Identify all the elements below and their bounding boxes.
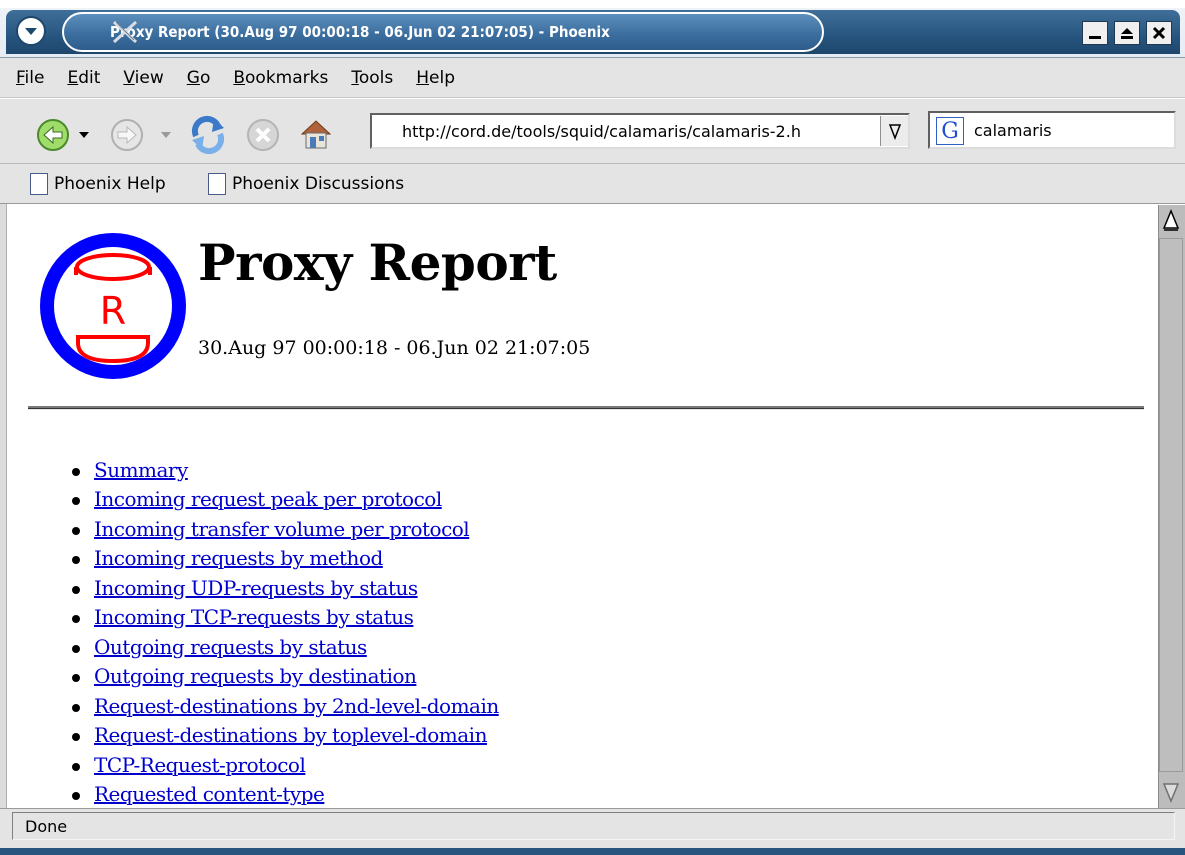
menu-edit-rest: dit — [78, 67, 101, 88]
arrow-up-icon — [1162, 209, 1180, 231]
bullet-icon — [72, 674, 80, 683]
menu-go[interactable]: Go — [187, 68, 211, 88]
menu-help[interactable]: Help — [416, 68, 455, 88]
home-icon[interactable] — [296, 114, 336, 154]
list-item: Summary — [72, 455, 499, 485]
menu-file-rest: ile — [24, 67, 45, 88]
page-content: R Proxy Report 30.Aug 97 00:00:18 - 06.J… — [10, 205, 1158, 808]
bookmark-phoenix-discussions[interactable]: Phoenix Discussions — [208, 170, 404, 198]
bookmarks-toolbar — [0, 164, 1185, 204]
bullet-icon — [72, 497, 80, 506]
bookmark-label: Phoenix Help — [54, 174, 166, 194]
menu-edit[interactable]: Edit — [67, 68, 100, 88]
menu-view[interactable]: View — [123, 68, 163, 88]
stop-icon[interactable] — [246, 118, 280, 152]
bullet-icon — [72, 615, 80, 624]
toc-link-incoming-requests-method[interactable]: Incoming requests by method — [94, 546, 383, 570]
bullet-icon — [72, 585, 80, 594]
window-bottom-border — [0, 848, 1185, 855]
toc-link-outgoing-destination[interactable]: Outgoing requests by destination — [94, 664, 417, 688]
bookmark-label: Phoenix Discussions — [232, 174, 405, 194]
list-item: Incoming requests by method — [72, 544, 499, 574]
cord-logo: R — [40, 233, 186, 379]
reload-icon[interactable] — [188, 114, 228, 154]
menu-file[interactable]: File — [16, 68, 44, 88]
menu-bookmarks[interactable]: Bookmarks — [233, 68, 328, 88]
minimize-icon — [1089, 36, 1101, 39]
bullet-icon — [72, 733, 80, 742]
bullet-icon — [72, 703, 80, 712]
page-icon — [30, 173, 48, 195]
close-icon — [1152, 26, 1166, 40]
bullet-icon — [72, 762, 80, 771]
bullet-icon — [72, 792, 80, 801]
menu-go-rest: o — [199, 67, 211, 88]
menu-view-rest: iew — [134, 67, 164, 88]
forward-dropdown-icon[interactable] — [160, 130, 172, 140]
url-dropdown-button[interactable] — [880, 116, 908, 146]
back-dropdown-icon[interactable] — [78, 130, 90, 140]
window-menu-button[interactable] — [16, 16, 46, 46]
menu-tools[interactable]: Tools — [351, 68, 393, 88]
minimize-button[interactable] — [1082, 21, 1108, 45]
google-search-icon[interactable]: G — [936, 117, 964, 145]
menu-help-rest: elp — [429, 67, 456, 88]
list-item: Incoming request peak per protocol — [72, 485, 499, 515]
list-item: Incoming TCP-requests by status — [72, 603, 499, 633]
list-item: Incoming transfer volume per protocol — [72, 514, 499, 544]
window-title-pill[interactable]: Proxy Report (30.Aug 97 00:00:18 - 06.Ju… — [62, 12, 824, 52]
list-item: Outgoing requests by destination — [72, 662, 499, 692]
scroll-down-button[interactable] — [1160, 780, 1182, 804]
toc-link-incoming-request-peak[interactable]: Incoming request peak per protocol — [94, 487, 442, 511]
scroll-thumb[interactable] — [1159, 238, 1183, 772]
arrow-down-icon — [1162, 783, 1180, 803]
toc-link-outgoing-status[interactable]: Outgoing requests by status — [94, 635, 367, 659]
bookmark-phoenix-help[interactable]: Phoenix Help — [30, 170, 166, 198]
url-field[interactable]: http://cord.de/tools/squid/calamaris/cal… — [370, 113, 910, 149]
toc-link-2nd-level-domain[interactable]: Request-destinations by 2nd-level-domain — [94, 694, 499, 718]
maximize-button[interactable] — [1114, 21, 1140, 45]
list-item: Requested content-type — [72, 780, 499, 809]
bullet-icon — [72, 467, 80, 476]
toc-link-incoming-tcp[interactable]: Incoming TCP-requests by status — [94, 605, 414, 629]
toc-link-tcp-request-protocol[interactable]: TCP-Request-protocol — [94, 753, 306, 777]
list-item: Request-destinations by 2nd-level-domain — [72, 691, 499, 721]
list-item: TCP-Request-protocol — [72, 750, 499, 780]
window-titlebar: Proxy Report (30.Aug 97 00:00:18 - 06.Ju… — [0, 0, 1185, 58]
list-item: Incoming UDP-requests by status — [72, 573, 499, 603]
close-button[interactable] — [1146, 21, 1172, 45]
toc-link-incoming-transfer-volume[interactable]: Incoming transfer volume per protocol — [94, 517, 470, 541]
menu-tools-rest: ools — [358, 67, 394, 88]
page-icon — [208, 173, 226, 195]
list-item: Outgoing requests by status — [72, 632, 499, 662]
chevron-down-icon — [25, 28, 37, 35]
bullet-icon — [72, 644, 80, 653]
scroll-up-button[interactable] — [1160, 208, 1182, 232]
phoenix-app-icon — [112, 20, 138, 44]
toc-link-incoming-udp[interactable]: Incoming UDP-requests by status — [94, 576, 418, 600]
horizontal-rule — [28, 406, 1144, 410]
back-icon[interactable] — [36, 118, 70, 152]
window-title: Proxy Report (30.Aug 97 00:00:18 - 06.Ju… — [110, 23, 610, 41]
toc-link-toplevel-domain[interactable]: Request-destinations by toplevel-domain — [94, 723, 487, 747]
chevron-down-icon — [888, 124, 901, 140]
toc-link-summary[interactable]: Summary — [94, 458, 188, 482]
bullet-icon — [72, 556, 80, 565]
maximize-icon — [1121, 28, 1133, 39]
logo-letter: R — [100, 289, 126, 333]
toc-link-content-type[interactable]: Requested content-type — [94, 782, 325, 806]
bullet-icon — [72, 526, 80, 535]
page-title: Proxy Report — [198, 233, 557, 292]
google-letter: G — [941, 118, 959, 144]
table-of-contents: Summary Incoming request peak per protoc… — [72, 455, 499, 808]
menu-bookmarks-rest: ookmarks — [245, 67, 329, 88]
forward-icon[interactable] — [110, 118, 144, 152]
search-input[interactable]: calamaris — [928, 111, 1176, 149]
status-text: Done — [12, 812, 1175, 840]
list-item: Request-destinations by toplevel-domain — [72, 721, 499, 751]
menu-bar: File Edit View Go Bookmarks Tools Help — [0, 58, 1185, 98]
report-date-range: 30.Aug 97 00:00:18 - 06.Jun 02 21:07:05 — [198, 337, 591, 359]
